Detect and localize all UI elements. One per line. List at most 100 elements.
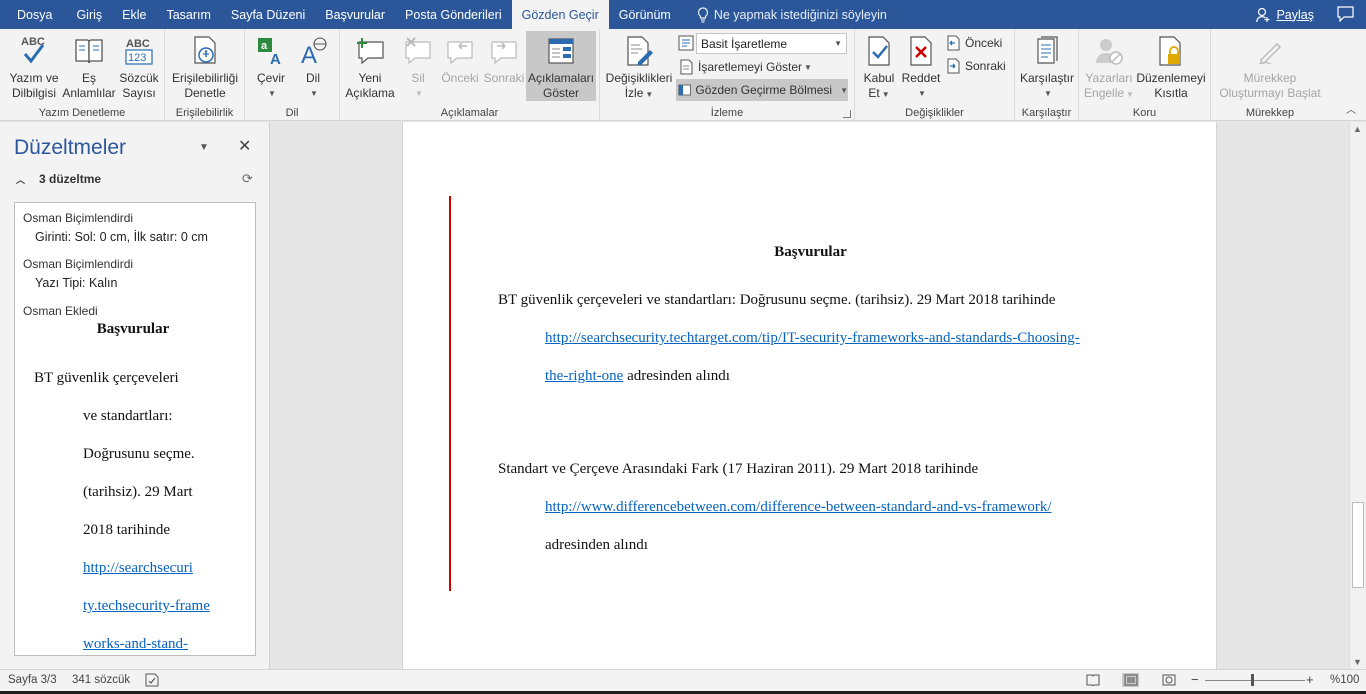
- reference-2-link[interactable]: http://www.differencebetween.com/differe…: [545, 499, 1052, 515]
- tab-home[interactable]: Giriş: [66, 0, 112, 29]
- status-bar: Sayfa 3/3 341 sözcük − + %100: [0, 669, 1366, 691]
- web-layout-icon[interactable]: [1160, 673, 1177, 687]
- reviewing-pane-icon: [678, 84, 691, 96]
- chevron-down-icon: ▼: [918, 89, 926, 98]
- inserted-text-line: BT güvenlik çerçeveleri: [34, 370, 179, 386]
- tell-me-text: Ne yapmak istediğinizi söyleyin: [713, 7, 887, 22]
- word-count-indicator[interactable]: 341 sözcük: [72, 674, 130, 686]
- tab-references[interactable]: Başvurular: [315, 0, 395, 29]
- chevron-down-icon: ▼: [834, 39, 842, 48]
- revision-author[interactable]: Osman Ekledi: [23, 304, 98, 318]
- next-change-label: Sonraki: [965, 59, 1006, 73]
- spelling-grammar-button[interactable]: ABC Yazım ve Dilbilgisi: [6, 31, 62, 101]
- delete-comment-icon: [403, 31, 433, 71]
- thesaurus-button[interactable]: Eş Anlamlılar: [62, 31, 116, 101]
- zoom-level[interactable]: %100: [1330, 674, 1359, 686]
- next-change-icon: [947, 58, 960, 74]
- group-label-protect: Koru: [1132, 107, 1157, 119]
- tab-view[interactable]: Görünüm: [609, 0, 681, 29]
- revision-list[interactable]: Osman Biçimlendirdi Girinti: Sol: 0 cm, …: [14, 202, 256, 656]
- tab-layout[interactable]: Sayfa Düzeni: [221, 0, 315, 29]
- block-authors-button[interactable]: Yazarları Engelle ▼: [1081, 31, 1137, 102]
- inserted-link-line[interactable]: http://searchsecuri: [83, 560, 193, 577]
- previous-change-label: Önceki: [965, 36, 1003, 50]
- inserted-link-line[interactable]: works-and-stand-: [83, 636, 188, 653]
- page-indicator[interactable]: Sayfa 3/3: [8, 674, 57, 686]
- block-authors-icon: [1094, 31, 1124, 71]
- zoom-in-icon[interactable]: +: [1306, 672, 1314, 687]
- reviewing-pane-button[interactable]: Gözden Geçirme Bölmesi ▼: [676, 79, 848, 101]
- document-area[interactable]: Başvurular BT güvenlik çerçeveleri ve st…: [271, 122, 1349, 669]
- revision-count-label: 3 düzeltme: [39, 172, 102, 186]
- delete-comment-button[interactable]: Sil ▼: [398, 31, 438, 101]
- revision-detail: Girinti: Sol: 0 cm, İlk satır: 0 cm: [35, 230, 208, 244]
- lock-document-icon: [1156, 31, 1186, 71]
- scrollbar-thumb[interactable]: [1352, 502, 1364, 588]
- proofing-status-icon[interactable]: [144, 673, 160, 690]
- tab-insert[interactable]: Ekle: [112, 0, 156, 29]
- accessibility-label-1: Erişilebilirliği: [171, 71, 238, 85]
- markup-display-icon: [678, 35, 694, 51]
- reviewing-pane-label: Gözden Geçirme Bölmesi: [695, 83, 833, 97]
- show-markup-icon: [680, 59, 693, 75]
- restrict-editing-button[interactable]: Düzenlemeyi Kısıtla: [1135, 31, 1207, 101]
- show-comments-label-1: Açıklamaları: [527, 71, 595, 85]
- document-page[interactable]: Başvurular BT güvenlik çerçeveleri ve st…: [402, 122, 1217, 669]
- new-comment-button[interactable]: Yeni Açıklama: [342, 31, 398, 101]
- tab-file[interactable]: Dosya: [0, 0, 66, 29]
- language-button[interactable]: A Dil ▼: [293, 31, 333, 101]
- vertical-scrollbar[interactable]: ▲ ▼: [1349, 122, 1366, 669]
- print-layout-icon[interactable]: [1122, 673, 1139, 687]
- inserted-link-line[interactable]: ty.techsecurity-frame: [83, 598, 210, 615]
- reference-2-text: Standart ve Çerçeve Arasındaki Fark (17 …: [498, 461, 979, 477]
- collapse-ribbon-icon[interactable]: ︿: [1346, 101, 1356, 116]
- zoom-slider-thumb[interactable]: [1251, 674, 1254, 686]
- tab-design[interactable]: Tasarım: [156, 0, 220, 29]
- reference-1-text: BT güvenlik çerçeveleri ve standartları:…: [498, 292, 1056, 308]
- wordcount-label-1: Sözcük: [119, 71, 159, 85]
- compare-button[interactable]: Karşılaştır ▼: [1017, 31, 1077, 101]
- markup-view-value: Basit İşaretleme: [701, 36, 788, 51]
- word-count-button[interactable]: ABC 123 Sözcük Sayısı: [116, 31, 162, 101]
- group-label-ink: Mürekkep: [1245, 107, 1295, 119]
- revision-author[interactable]: Osman Biçimlendirdi: [23, 211, 133, 225]
- previous-comment-button[interactable]: Önceki: [438, 31, 482, 86]
- reject-button[interactable]: Reddet ▼: [899, 31, 943, 101]
- accept-label-1: Kabul: [863, 71, 895, 85]
- next-change-button[interactable]: Sonraki: [945, 56, 1006, 76]
- share-button[interactable]: Paylaş: [1256, 0, 1314, 29]
- start-inking-button[interactable]: Mürekkep Oluşturmayı Başlat: [1213, 31, 1327, 101]
- comments-button[interactable]: [1337, 6, 1354, 25]
- tracking-dialog-launcher[interactable]: [843, 110, 851, 118]
- previous-change-button[interactable]: Önceki: [945, 33, 1002, 53]
- revision-author[interactable]: Osman Biçimlendirdi: [23, 257, 133, 271]
- reference-1-link[interactable]: http://searchsecurity.techtarget.com/tip…: [545, 330, 1080, 346]
- zoom-slider[interactable]: [1205, 680, 1305, 681]
- compare-label: Karşılaştır: [1019, 71, 1074, 85]
- group-compare: Karşılaştır ▼ Karşılaştır: [1015, 29, 1079, 121]
- check-accessibility-button[interactable]: Erişilebilirliği Denetle: [169, 31, 241, 101]
- tab-review[interactable]: Gözden Geçir: [511, 0, 609, 29]
- show-markup-button[interactable]: İşaretlemeyi Göster ▼: [678, 57, 812, 77]
- next-comment-button[interactable]: Sonraki: [482, 31, 526, 86]
- accept-button[interactable]: Kabul Et ▼: [859, 31, 899, 102]
- display-for-review: [678, 33, 698, 53]
- reference-1-link-line: http://searchsecurity.techtarget.com/tip…: [545, 330, 1080, 347]
- close-icon[interactable]: ✕: [238, 136, 251, 156]
- read-mode-icon[interactable]: [1084, 673, 1101, 687]
- tab-mailings[interactable]: Posta Gönderileri: [395, 0, 512, 29]
- pane-options-chevron-down-icon[interactable]: ▼: [199, 142, 209, 153]
- markup-view-dropdown[interactable]: Basit İşaretleme ▼: [696, 33, 847, 54]
- block-authors-label-2: Engelle: [1084, 86, 1125, 100]
- translate-button[interactable]: aA Çevir ▼: [251, 31, 291, 101]
- chevron-down-icon: ▼: [1044, 89, 1052, 98]
- refresh-icon[interactable]: ⟳: [242, 171, 253, 187]
- reference-1-link-cont[interactable]: the-right-one: [545, 368, 623, 384]
- track-changes-button[interactable]: Değişiklikleri İzle ▼: [604, 31, 674, 102]
- show-comments-button[interactable]: Açıklamaları Göster: [526, 31, 596, 101]
- scroll-up-arrow-icon[interactable]: ▲: [1353, 124, 1362, 134]
- zoom-out-icon[interactable]: −: [1191, 672, 1199, 687]
- scroll-down-arrow-icon[interactable]: ▼: [1353, 657, 1362, 667]
- revision-count[interactable]: ︿ 3 düzeltme: [16, 172, 101, 186]
- tell-me-search[interactable]: Ne yapmak istediğinizi söyleyin: [697, 6, 887, 23]
